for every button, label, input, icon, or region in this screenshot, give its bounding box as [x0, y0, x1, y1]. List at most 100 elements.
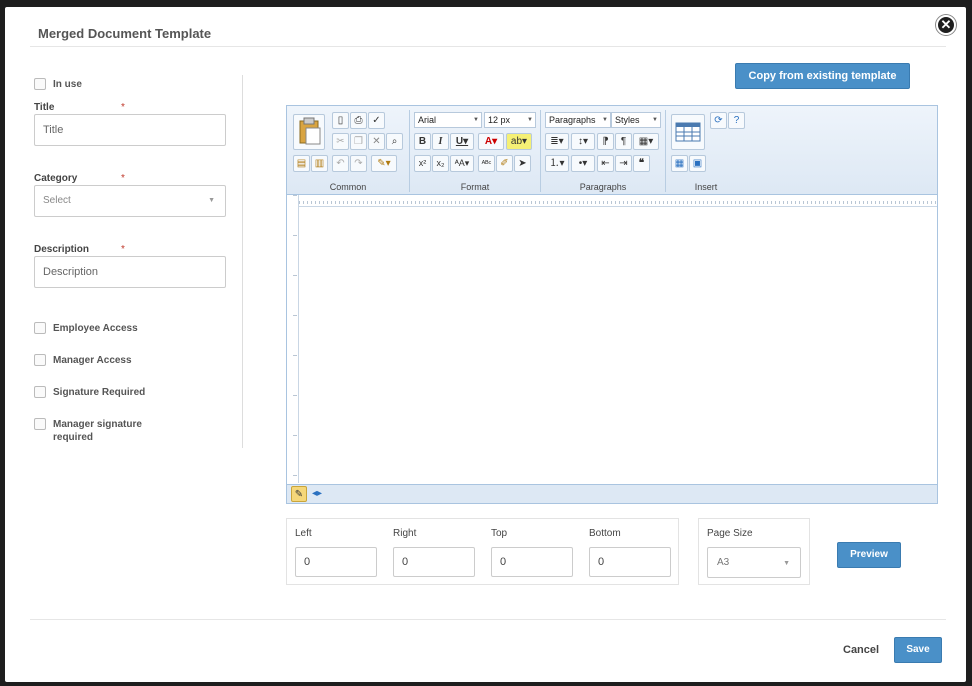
page-size-section: Page Size A3 ▼ [698, 518, 810, 585]
category-required-mark: * [121, 173, 125, 184]
underline-icon[interactable]: U▾ [450, 133, 474, 150]
toolbar-caption-insert: Insert [694, 182, 718, 192]
cut-icon[interactable]: ✂ [332, 133, 349, 150]
manager-access-label: Manager Access [53, 355, 132, 366]
preview-button[interactable]: Preview [837, 542, 901, 568]
in-use-row[interactable]: In use [34, 78, 82, 91]
employee-access-label: Employee Access [53, 323, 138, 334]
category-select-value: Select [43, 195, 71, 206]
toolbar-group-format: Arial ▼ 12 px ▼ B I U▾ A▾ ab▾ x² x₂ ᴬA▾ ᴬᴮ… [410, 106, 540, 195]
bottom-margin-label: Bottom [589, 528, 621, 539]
paste-text-icon[interactable]: ▤ [293, 155, 310, 172]
close-icon[interactable]: ✕ [936, 15, 956, 35]
font-family-select[interactable]: Arial ▼ [414, 112, 482, 128]
footer-divider [30, 619, 946, 620]
new-document-icon[interactable]: ▯ [332, 112, 349, 129]
bottom-margin-input[interactable]: 0 [589, 547, 671, 577]
font-size-adjust-icon[interactable]: ᴬA▾ [450, 155, 474, 172]
paste-icon[interactable] [293, 114, 325, 150]
paste-word-icon[interactable]: ▥ [311, 155, 328, 172]
right-margin-input[interactable]: 0 [393, 547, 475, 577]
refresh-icon[interactable]: ⟳ [710, 112, 727, 129]
toolbar-group-paragraphs: Paragraphs ▼ Styles ▼ ≣▾ ↕▾ ⁋ ¶ ▦▾ ⒈▾ •▾ ⇤… [541, 106, 665, 195]
category-label: Category [34, 173, 78, 184]
numbered-list-icon[interactable]: ⒈▾ [545, 155, 569, 172]
superscript-icon[interactable]: x² [414, 155, 431, 172]
delete-icon[interactable]: ✕ [368, 133, 385, 150]
manager-access-row[interactable]: Manager Access [34, 354, 132, 367]
subscript-icon[interactable]: x₂ [432, 155, 449, 172]
select-pointer-icon[interactable]: ➤ [514, 155, 531, 172]
insert-form-icon[interactable]: ▦ [671, 155, 688, 172]
save-button[interactable]: Save [894, 637, 942, 663]
copy-icon[interactable]: ❐ [350, 133, 367, 150]
margins-section: Left 0 Right 0 Top 0 Bottom 0 [286, 518, 679, 585]
font-color-icon[interactable]: A▾ [478, 133, 504, 150]
paragraph-format-select[interactable]: Paragraphs ▼ [545, 112, 611, 128]
editor-content-area[interactable] [300, 208, 937, 483]
blockquote-icon[interactable]: ❝ [633, 155, 650, 172]
toolbar-group-common: ▯ ⎙ ✓ ✂ ❐ ✕ ⌕ ▤ ▥ ↶ ↷ ✎▾ Common [287, 106, 409, 195]
align-icon[interactable]: ≣▾ [545, 133, 569, 150]
employee-access-checkbox[interactable] [34, 322, 46, 334]
editor-toolbar: ▯ ⎙ ✓ ✂ ❐ ✕ ⌕ ▤ ▥ ↶ ↷ ✎▾ Common Arial ▼ [287, 106, 937, 195]
in-use-checkbox[interactable] [34, 78, 46, 90]
design-mode-icon[interactable]: ✎ [291, 486, 307, 502]
font-size-value: 12 px [488, 115, 511, 125]
left-margin-input[interactable]: 0 [295, 547, 377, 577]
rich-text-editor: ▯ ⎙ ✓ ✂ ❐ ✕ ⌕ ▤ ▥ ↶ ↷ ✎▾ Common Arial ▼ [286, 105, 938, 504]
redo-icon[interactable]: ↷ [350, 155, 367, 172]
indent-icon[interactable]: ⇥ [615, 155, 632, 172]
column-divider [242, 75, 243, 448]
signature-required-checkbox[interactable] [34, 386, 46, 398]
top-margin-input[interactable]: 0 [491, 547, 573, 577]
manager-signature-checkbox[interactable] [34, 418, 46, 430]
horizontal-ruler [299, 195, 937, 207]
title-input[interactable]: Title [34, 114, 226, 146]
manager-signature-row[interactable]: Manager signature required [34, 418, 153, 444]
title-label: Title [34, 102, 55, 113]
category-select[interactable]: Select ▼ [34, 185, 226, 217]
insert-image-icon[interactable]: ▣ [689, 155, 706, 172]
description-input[interactable]: Description [34, 256, 226, 288]
highlight-color-icon[interactable]: ab▾ [506, 133, 532, 150]
format-stripper-icon[interactable]: ✎▾ [371, 155, 397, 172]
page-size-select[interactable]: A3 ▼ [707, 547, 801, 578]
toolbar-caption-format: Format [460, 182, 490, 192]
font-size-select[interactable]: 12 px ▼ [484, 112, 536, 128]
spell-abc-icon[interactable]: ᴬᴮᶜ [478, 155, 495, 172]
spellcheck-icon[interactable]: ✓ [368, 112, 385, 129]
insert-table-icon[interactable] [671, 114, 705, 150]
toolbar-group-insert: ⟳ ? ▦ ▣ Insert [666, 106, 746, 195]
format-painter-icon[interactable]: ✐ [496, 155, 513, 172]
print-icon[interactable]: ⎙ [350, 112, 367, 129]
toolbar-caption-common: Common [329, 182, 367, 192]
undo-icon[interactable]: ↶ [332, 155, 349, 172]
signature-required-row[interactable]: Signature Required [34, 386, 145, 399]
manager-access-checkbox[interactable] [34, 354, 46, 366]
bulleted-list-icon[interactable]: •▾ [571, 155, 595, 172]
outdent-icon[interactable]: ⇤ [597, 155, 614, 172]
rtl-icon[interactable]: ¶ [615, 133, 632, 150]
chevron-down-icon: ▼ [527, 117, 533, 123]
help-icon[interactable]: ? [728, 112, 745, 129]
html-mode-icon[interactable]: ◂▸ [309, 486, 325, 502]
find-icon[interactable]: ⌕ [386, 133, 403, 150]
chevron-down-icon: ▼ [473, 117, 479, 123]
table-style-icon[interactable]: ▦▾ [633, 133, 659, 150]
top-margin-label: Top [491, 528, 508, 539]
font-family-value: Arial [418, 115, 437, 125]
editor-statusbar: ✎ ◂▸ [287, 484, 937, 503]
ltr-icon[interactable]: ⁋ [597, 133, 614, 150]
cancel-button[interactable]: Cancel [843, 644, 879, 656]
italic-icon[interactable]: I [432, 133, 449, 150]
bold-icon[interactable]: B [414, 133, 431, 150]
styles-select[interactable]: Styles ▼ [611, 112, 661, 128]
title-required-mark: * [121, 102, 125, 113]
employee-access-row[interactable]: Employee Access [34, 322, 138, 335]
page-size-value: A3 [717, 557, 730, 568]
page-size-label: Page Size [707, 528, 753, 539]
copy-from-template-button[interactable]: Copy from existing template [735, 63, 910, 89]
line-spacing-icon[interactable]: ↕▾ [571, 133, 595, 150]
styles-value: Styles [615, 115, 640, 125]
